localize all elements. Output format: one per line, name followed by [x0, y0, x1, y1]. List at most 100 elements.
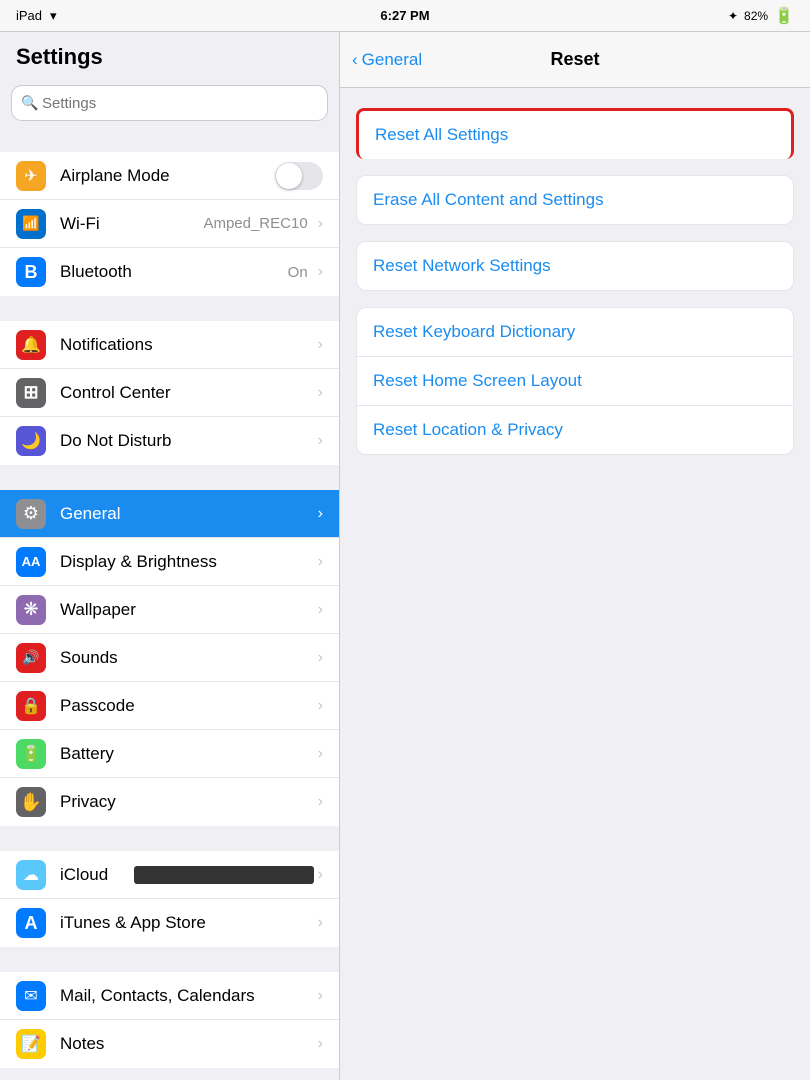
- notes-chevron: ›: [318, 1035, 323, 1053]
- reset-location-label: Reset Location & Privacy: [373, 420, 563, 439]
- privacy-label: Privacy: [60, 792, 314, 812]
- sidebar-group-general: ⚙ General › AA Display & Brightness › ❋ …: [0, 490, 339, 826]
- sidebar-item-sounds[interactable]: 🔊 Sounds ›: [0, 634, 339, 682]
- sidebar: Settings 🔍 ✈ Airplane Mode 📶 Wi-Fi: [0, 32, 340, 1080]
- bluetooth-label: Bluetooth: [60, 262, 288, 282]
- sidebar-item-battery[interactable]: 🔋 Battery ›: [0, 730, 339, 778]
- sidebar-item-mail[interactable]: ✉ Mail, Contacts, Calendars ›: [0, 972, 339, 1020]
- reset-keyboard-item[interactable]: Reset Keyboard Dictionary: [357, 308, 793, 357]
- sidebar-item-icloud[interactable]: ☁ iCloud ›: [0, 851, 339, 899]
- notes-label: Notes: [60, 1034, 314, 1054]
- erase-all-label: Erase All Content and Settings: [373, 190, 604, 209]
- control-center-chevron: ›: [318, 384, 323, 402]
- sidebar-item-control-center[interactable]: ⊞ Control Center ›: [0, 369, 339, 417]
- sidebar-item-notifications[interactable]: 🔔 Notifications ›: [0, 321, 339, 369]
- sidebar-spacer-2: [0, 297, 339, 321]
- passcode-label: Passcode: [60, 696, 314, 716]
- sounds-chevron: ›: [318, 649, 323, 667]
- wallpaper-icon: ❋: [16, 595, 46, 625]
- do-not-disturb-icon: 🌙: [16, 426, 46, 456]
- sidebar-item-bluetooth[interactable]: B Bluetooth On ›: [0, 248, 339, 296]
- sidebar-item-privacy[interactable]: ✋ Privacy ›: [0, 778, 339, 826]
- mail-icon: ✉: [16, 981, 46, 1011]
- sidebar-spacer-4: [0, 827, 339, 851]
- search-bar-container: 🔍: [0, 78, 339, 128]
- reset-network-label: Reset Network Settings: [373, 256, 551, 275]
- right-panel: ‹ General Reset Reset All Settings: [340, 32, 810, 1080]
- airplane-label: Airplane Mode: [60, 166, 275, 186]
- reset-network-item[interactable]: Reset Network Settings: [357, 242, 793, 290]
- reset-all-settings-item[interactable]: Reset All Settings: [356, 108, 794, 159]
- sounds-icon: 🔊: [16, 643, 46, 673]
- notifications-chevron: ›: [318, 336, 323, 354]
- general-chevron: ›: [318, 505, 323, 523]
- wifi-icon: 📶: [16, 209, 46, 239]
- reset-all-settings-label: Reset All Settings: [375, 125, 508, 144]
- reset-group-4: Reset Keyboard Dictionary Reset Home Scr…: [356, 307, 794, 455]
- battery-percent: 82%: [744, 9, 768, 23]
- sidebar-item-display[interactable]: AA Display & Brightness ›: [0, 538, 339, 586]
- reset-home-item[interactable]: Reset Home Screen Layout: [357, 357, 793, 406]
- itunes-chevron: ›: [318, 914, 323, 932]
- mail-chevron: ›: [318, 987, 323, 1005]
- toggle-knob: [276, 163, 302, 189]
- passcode-icon: 🔒: [16, 691, 46, 721]
- sidebar-group-apps: ✉ Mail, Contacts, Calendars › 📝 Notes ›: [0, 972, 339, 1068]
- reset-group-3: Reset Network Settings: [356, 241, 794, 291]
- privacy-icon: ✋: [16, 787, 46, 817]
- reset-group-1: Reset All Settings: [356, 108, 794, 159]
- control-center-label: Control Center: [60, 383, 314, 403]
- wallpaper-chevron: ›: [318, 601, 323, 619]
- search-input[interactable]: [12, 86, 327, 120]
- icloud-chevron: ›: [318, 866, 323, 884]
- status-left: iPad ▾: [16, 8, 57, 24]
- sidebar-item-passcode[interactable]: 🔒 Passcode ›: [0, 682, 339, 730]
- airplane-icon: ✈: [16, 161, 46, 191]
- wifi-value: Amped_REC10: [203, 215, 307, 232]
- wallpaper-label: Wallpaper: [60, 600, 314, 620]
- nav-back-button[interactable]: ‹ General: [352, 50, 422, 70]
- itunes-icon: A: [16, 908, 46, 938]
- sidebar-item-airplane[interactable]: ✈ Airplane Mode: [0, 152, 339, 200]
- sidebar-spacer-3: [0, 466, 339, 490]
- sidebar-group-accounts: ☁ iCloud › A iTunes & App Store ›: [0, 851, 339, 947]
- icloud-label: iCloud: [60, 865, 126, 885]
- sidebar-item-itunes[interactable]: A iTunes & App Store ›: [0, 899, 339, 947]
- icloud-icon: ☁: [16, 860, 46, 890]
- sidebar-item-wallpaper[interactable]: ❋ Wallpaper ›: [0, 586, 339, 634]
- reset-home-label: Reset Home Screen Layout: [373, 371, 582, 390]
- nav-back-label: General: [362, 50, 422, 70]
- battery-icon: 🔋: [16, 739, 46, 769]
- general-icon: ⚙: [16, 499, 46, 529]
- control-center-icon: ⊞: [16, 378, 46, 408]
- reset-location-item[interactable]: Reset Location & Privacy: [357, 406, 793, 454]
- bluetooth-value: On: [288, 264, 308, 281]
- wifi-icon: ▾: [50, 8, 57, 24]
- sidebar-item-wifi[interactable]: 📶 Wi-Fi Amped_REC10 ›: [0, 200, 339, 248]
- bluetooth-chevron: ›: [318, 263, 323, 281]
- general-label: General: [60, 504, 314, 524]
- itunes-label: iTunes & App Store: [60, 913, 314, 933]
- wifi-chevron: ›: [318, 215, 323, 233]
- battery-icon: 🔋: [774, 6, 794, 26]
- status-time: 6:27 PM: [380, 8, 429, 23]
- battery-label: Battery: [60, 744, 314, 764]
- sounds-label: Sounds: [60, 648, 314, 668]
- sidebar-spacer-5: [0, 948, 339, 972]
- sidebar-item-general[interactable]: ⚙ General ›: [0, 490, 339, 538]
- reset-section: Reset All Settings Erase All Content and…: [340, 88, 810, 491]
- display-icon: AA: [16, 547, 46, 577]
- sidebar-spacer-1: [0, 128, 339, 152]
- wifi-label: Wi-Fi: [60, 214, 203, 234]
- sidebar-item-do-not-disturb[interactable]: 🌙 Do Not Disturb ›: [0, 417, 339, 465]
- airplane-toggle[interactable]: [275, 162, 323, 190]
- main-container: Settings 🔍 ✈ Airplane Mode 📶 Wi-Fi: [0, 32, 810, 1080]
- status-bar: iPad ▾ 6:27 PM ✦ 82% 🔋: [0, 0, 810, 32]
- sidebar-item-notes[interactable]: 📝 Notes ›: [0, 1020, 339, 1068]
- bluetooth-icon: B: [16, 257, 46, 287]
- battery-chevron: ›: [318, 745, 323, 763]
- erase-all-item[interactable]: Erase All Content and Settings: [357, 176, 793, 224]
- privacy-chevron: ›: [318, 793, 323, 811]
- sidebar-title: Settings: [0, 32, 339, 78]
- do-not-disturb-label: Do Not Disturb: [60, 431, 314, 451]
